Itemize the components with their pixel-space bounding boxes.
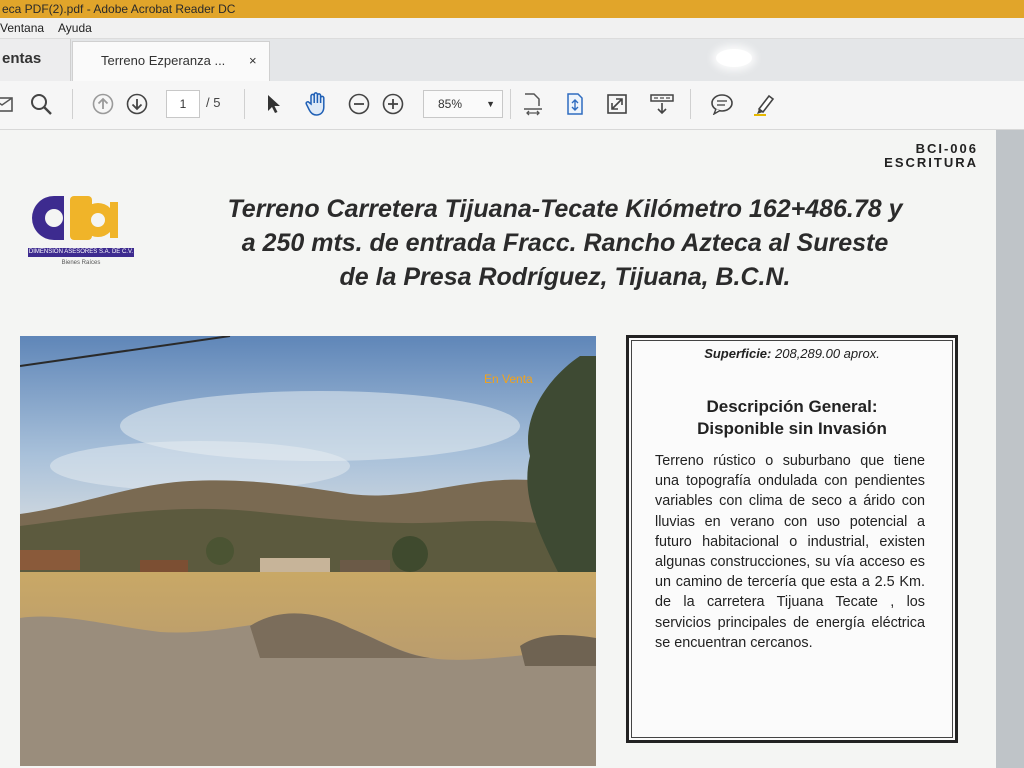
company-logo-subtitle: Bienes Raíces (61, 260, 101, 266)
page-up-icon[interactable] (90, 91, 116, 117)
page-total-label: / 5 (206, 95, 221, 110)
tab-document[interactable]: Terreno Ezperanza ... × (72, 41, 270, 82)
document-code: BCI-006 (915, 141, 978, 156)
toolbar-separator (510, 89, 511, 119)
description-text: Terreno rústico o suburbano que tiene un… (655, 453, 925, 651)
document-title: Terreno Carretera Tijuana-Tecate Kilómet… (160, 192, 970, 294)
scrollbar-track[interactable] (996, 130, 1024, 768)
title-line: de la Presa Rodríguez, Tijuana, B.C.N. (339, 263, 791, 291)
document-viewer[interactable]: BCI-006 ESCRITURA da DIMENSION ASESORES … (0, 130, 1024, 768)
window-title: eca PDF(2).pdf - Adobe Acrobat Reader DC (2, 2, 236, 16)
zoom-in-icon[interactable] (380, 91, 406, 117)
title-line: Terreno Carretera Tijuana-Tecate Kilómet… (227, 195, 903, 223)
hand-tool-icon[interactable] (302, 91, 330, 117)
property-info-box: Superficie: 208,289.00 aprox. Descripció… (626, 335, 958, 743)
toolbar-separator (244, 89, 245, 119)
full-screen-icon[interactable] (604, 91, 630, 117)
company-logo: da DIMENSION ASESORES S.A. DE C.V. Biene… (26, 190, 138, 270)
tab-document-label: Terreno Ezperanza ... (101, 53, 226, 68)
tab-close-icon[interactable]: × (249, 42, 257, 80)
fit-page-icon[interactable] (520, 91, 546, 117)
description-heading-line: Descripción General: (706, 397, 878, 416)
search-icon[interactable] (28, 91, 54, 117)
window-title-bar: eca PDF(2).pdf - Adobe Acrobat Reader DC (0, 0, 1024, 18)
toolbar-separator (72, 89, 73, 119)
company-logo-name: DIMENSION ASESORES S.A. DE C.V. (28, 248, 134, 257)
rotate-view-icon[interactable] (562, 91, 588, 117)
company-logo-mark: da (32, 196, 118, 240)
comment-icon[interactable] (708, 91, 736, 117)
menu-ayuda[interactable]: Ayuda (58, 18, 92, 38)
select-cursor-icon[interactable] (262, 91, 284, 117)
highlight-pen-icon[interactable] (750, 91, 778, 117)
landscape-image (20, 336, 596, 766)
mail-icon[interactable] (0, 91, 14, 117)
surface-value: 208,289.00 aprox. (775, 346, 880, 361)
zoom-out-icon[interactable] (346, 91, 372, 117)
document-type: ESCRITURA (884, 155, 978, 170)
pdf-page: BCI-006 ESCRITURA da DIMENSION ASESORES … (0, 130, 996, 768)
screen-glare (716, 49, 752, 67)
description-heading: Descripción General: Disponible sin Inva… (629, 396, 955, 440)
description-heading-line: Disponible sin Invasión (697, 419, 887, 438)
page-number-input[interactable]: 1 (166, 90, 200, 118)
title-line: a 250 mts. de entrada Fracc. Rancho Azte… (241, 229, 889, 257)
sale-badge: En Venta (484, 372, 533, 386)
page-down-icon[interactable] (124, 91, 150, 117)
surface-row: Superficie: 208,289.00 aprox. (629, 346, 955, 361)
surface-label: Superficie: (704, 346, 772, 361)
property-photo: En Venta (20, 336, 596, 766)
toolbar: 1 / 5 85% ▼ (0, 81, 1024, 130)
menu-bar: Ventana Ayuda (0, 18, 1024, 39)
tab-tools[interactable]: entas (0, 39, 71, 81)
scroll-mode-icon[interactable] (648, 91, 676, 117)
tab-bar: entas Terreno Ezperanza ... × (0, 39, 1024, 82)
document-code-block: BCI-006 ESCRITURA (884, 142, 978, 170)
menu-ventana[interactable]: Ventana (0, 18, 44, 38)
chevron-down-icon: ▼ (486, 99, 495, 109)
tab-tools-label: entas (2, 50, 42, 67)
zoom-value: 85% (438, 97, 463, 111)
zoom-dropdown[interactable]: 85% ▼ (423, 90, 503, 118)
toolbar-separator (690, 89, 691, 119)
